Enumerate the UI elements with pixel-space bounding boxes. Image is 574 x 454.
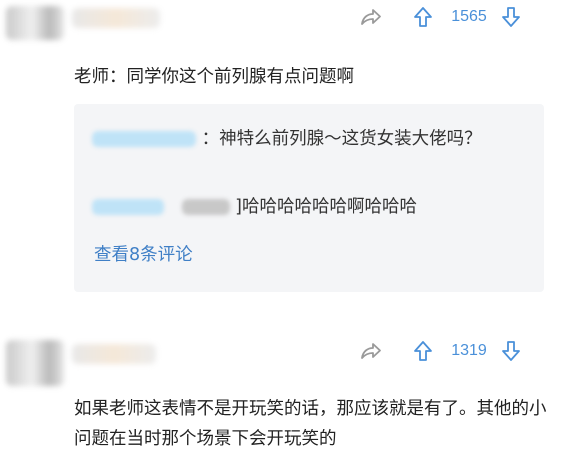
reply-username-blurred[interactable]	[92, 131, 196, 147]
username-blurred[interactable]	[72, 8, 160, 28]
upvote-count: 1565	[451, 8, 487, 25]
upvote-count: 1319	[451, 342, 487, 359]
comment-item: 1565 老师：同学你这个前列腺有点问题啊 ：神特么前列腺～这货女装大佬吗？ ]…	[0, 0, 574, 304]
avatar[interactable]	[6, 340, 64, 386]
upvote-icon[interactable]	[412, 340, 434, 362]
reply-username-blurred[interactable]	[92, 199, 164, 215]
comment-actions: 1319	[358, 340, 522, 362]
reply-mention-blurred	[181, 199, 230, 215]
share-icon[interactable]	[358, 340, 384, 362]
username-blurred[interactable]	[72, 344, 156, 364]
share-icon[interactable]	[358, 6, 384, 28]
reply-box: ：神特么前列腺～这货女装大佬吗？ ]哈哈哈哈哈哈啊哈哈哈 查看8条评论	[74, 104, 544, 292]
upvote-icon[interactable]	[412, 6, 434, 28]
comment-text: 如果老师这表情不是开玩笑的话，那应该就是有了。其他的小问题在当时那个场景下会开玩…	[74, 399, 547, 449]
reply-item: ]哈哈哈哈哈哈啊哈哈哈	[92, 192, 417, 222]
view-more-replies-link[interactable]: 查看8条评论	[94, 240, 193, 270]
reply-text: ]哈哈哈哈哈哈啊哈哈哈	[235, 197, 417, 217]
comment-item: 1319 如果老师这表情不是开玩笑的话，那应该就是有了。其他的小问题在当时那个场…	[0, 318, 574, 454]
reply-item: ：神特么前列腺～这货女装大佬吗？	[92, 124, 532, 154]
avatar[interactable]	[6, 6, 64, 40]
reply-text: ：神特么前列腺～这货女装大佬吗？	[201, 129, 482, 149]
comment-text: 老师：同学你这个前列腺有点问题啊	[74, 67, 354, 87]
downvote-icon[interactable]	[500, 6, 522, 28]
downvote-icon[interactable]	[500, 340, 522, 362]
comment-actions: 1565	[358, 6, 522, 28]
